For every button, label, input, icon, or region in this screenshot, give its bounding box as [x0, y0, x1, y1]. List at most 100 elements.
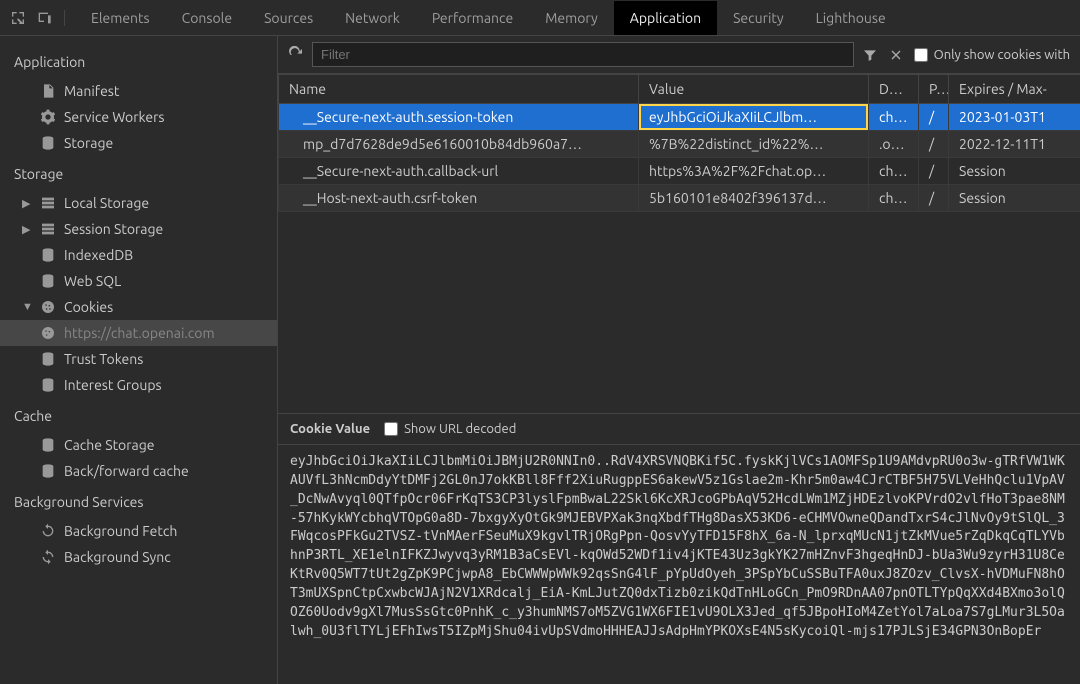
cookie-icon [40, 299, 56, 315]
gear-icon [40, 109, 56, 125]
sidebar-item-cache-storage[interactable]: Cache Storage [0, 432, 277, 458]
stack-icon [40, 221, 56, 237]
only-cookies-input[interactable] [914, 48, 928, 62]
tab-application[interactable]: Application [614, 1, 717, 35]
show-decoded-label: Show URL decoded [404, 422, 516, 436]
sidebar-item-bg-fetch[interactable]: Background Fetch [0, 518, 277, 544]
sidebar-item-label: Back/forward cache [64, 463, 189, 479]
cell-value: %7B%22distinct_id%22%… [639, 131, 869, 158]
sync-icon [40, 523, 56, 539]
sidebar-item-bfcache[interactable]: Back/forward cache [0, 458, 277, 484]
show-decoded-checkbox[interactable]: Show URL decoded [384, 422, 516, 436]
cell-path: / [919, 131, 949, 158]
sidebar-item-indexeddb[interactable]: IndexedDB [0, 242, 277, 268]
col-expires[interactable]: Expires / Max- [949, 75, 1080, 104]
tab-lighthouse[interactable]: Lighthouse [800, 1, 902, 35]
sidebar-item-label: Background Fetch [64, 523, 177, 539]
sidebar-item-websql[interactable]: Web SQL [0, 268, 277, 294]
sidebar-item-local-storage[interactable]: ▶ Local Storage [0, 190, 277, 216]
sidebar-item-label: Local Storage [64, 195, 149, 211]
cell-path: / [919, 185, 949, 212]
cell-value: 5b160101e8402f396137d… [639, 185, 869, 212]
sync-icon [40, 549, 56, 565]
database-icon [40, 463, 56, 479]
cell-name: mp_d7d7628de9d5e6160010b84db960a7… [279, 131, 639, 158]
sidebar-item-label: Web SQL [64, 273, 121, 289]
cookie-value-text[interactable]: eyJhbGciOiJkaXIiLCJlbmMiOiJBMjU2R0NNIn0.… [278, 445, 1080, 649]
database-icon [40, 247, 56, 263]
tab-performance[interactable]: Performance [416, 1, 529, 35]
tab-console[interactable]: Console [166, 1, 248, 35]
device-icon[interactable] [36, 10, 52, 26]
only-cookies-label: Only show cookies with [934, 48, 1070, 62]
details-title: Cookie Value [290, 422, 370, 436]
inspect-icon[interactable] [10, 10, 26, 26]
database-icon [40, 273, 56, 289]
tab-elements[interactable]: Elements [75, 1, 166, 35]
section-bg-services: Background Services [0, 484, 277, 518]
col-name[interactable]: Name [279, 75, 639, 104]
filter-input[interactable] [312, 42, 854, 67]
sidebar-item-label: Storage [64, 135, 113, 151]
sidebar-item-label: Cookies [64, 299, 113, 315]
sidebar-item-label: Trust Tokens [64, 351, 143, 367]
sidebar-item-trust-tokens[interactable]: Trust Tokens [0, 346, 277, 372]
cell-expires: Session [949, 158, 1080, 185]
sidebar-item-session-storage[interactable]: ▶ Session Storage [0, 216, 277, 242]
tab-memory[interactable]: Memory [529, 1, 614, 35]
col-value[interactable]: Value [639, 75, 869, 104]
clear-icon[interactable] [888, 47, 904, 63]
tab-security[interactable]: Security [717, 1, 800, 35]
database-icon [40, 351, 56, 367]
cell-name: __Secure-next-auth.session-token [279, 104, 639, 131]
table-row[interactable]: __Host-next-auth.csrf-token5b160101e8402… [279, 185, 1080, 212]
col-domain[interactable]: Do… [869, 75, 919, 104]
cell-domain: cha… [869, 104, 919, 131]
sidebar-item-label: Interest Groups [64, 377, 162, 393]
filter-funnel-icon[interactable] [862, 47, 878, 63]
sidebar-item-interest-groups[interactable]: Interest Groups [0, 372, 277, 398]
sidebar-item-storage[interactable]: Storage [0, 130, 277, 156]
col-path[interactable]: P. [919, 75, 949, 104]
cell-path: / [919, 158, 949, 185]
cell-name: __Secure-next-auth.callback-url [279, 158, 639, 185]
show-decoded-input[interactable] [384, 422, 398, 436]
chevron-right-icon: ▶ [22, 197, 32, 210]
database-icon [40, 437, 56, 453]
cell-domain: .op… [869, 131, 919, 158]
sidebar-item-cookies[interactable]: ▼ Cookies [0, 294, 277, 320]
sidebar-item-manifest[interactable]: Manifest [0, 78, 277, 104]
tab-network[interactable]: Network [329, 1, 416, 35]
cell-name: __Host-next-auth.csrf-token [279, 185, 639, 212]
cell-path: / [919, 104, 949, 131]
chevron-down-icon: ▼ [22, 301, 32, 313]
table-row[interactable]: __Secure-next-auth.session-tokeneyJhbGci… [279, 104, 1080, 131]
cell-domain: cha… [869, 185, 919, 212]
sidebar-item-label: Manifest [64, 83, 119, 99]
cell-value: https%3A%2F%2Fchat.op… [639, 158, 869, 185]
table-row[interactable]: __Secure-next-auth.callback-urlhttps%3A%… [279, 158, 1080, 185]
stack-icon [40, 195, 56, 211]
cookie-details: Cookie Value Show URL decoded eyJhbGciOi… [278, 414, 1080, 684]
only-cookies-checkbox[interactable]: Only show cookies with [914, 48, 1070, 62]
sidebar-item-cookie-origin[interactable]: https://chat.openai.com [0, 320, 277, 346]
sidebar-item-label: IndexedDB [64, 247, 133, 263]
sidebar-item-bg-sync[interactable]: Background Sync [0, 544, 277, 570]
devtools-tabs: Elements Console Sources Network Perform… [0, 0, 1080, 36]
cookies-table: Name Value Do… P. Expires / Max- __Secur… [278, 74, 1080, 212]
cookies-toolbar: Only show cookies with [278, 36, 1080, 74]
cell-expires: 2022-12-11T1 [949, 131, 1080, 158]
sidebar-item-label: Session Storage [64, 221, 163, 237]
sidebar-item-label: Service Workers [64, 109, 165, 125]
sidebar-item-label: Background Sync [64, 549, 171, 565]
refresh-icon[interactable] [288, 47, 304, 63]
database-icon [40, 377, 56, 393]
document-icon [40, 83, 56, 99]
tab-sources[interactable]: Sources [248, 1, 329, 35]
database-icon [40, 135, 56, 151]
cell-expires: Session [949, 185, 1080, 212]
sidebar-item-label: Cache Storage [64, 437, 155, 453]
table-row[interactable]: mp_d7d7628de9d5e6160010b84db960a7…%7B%22… [279, 131, 1080, 158]
sidebar-item-service-workers[interactable]: Service Workers [0, 104, 277, 130]
cell-value: eyJhbGciOiJkaXIiLCJlbm… [639, 104, 869, 131]
